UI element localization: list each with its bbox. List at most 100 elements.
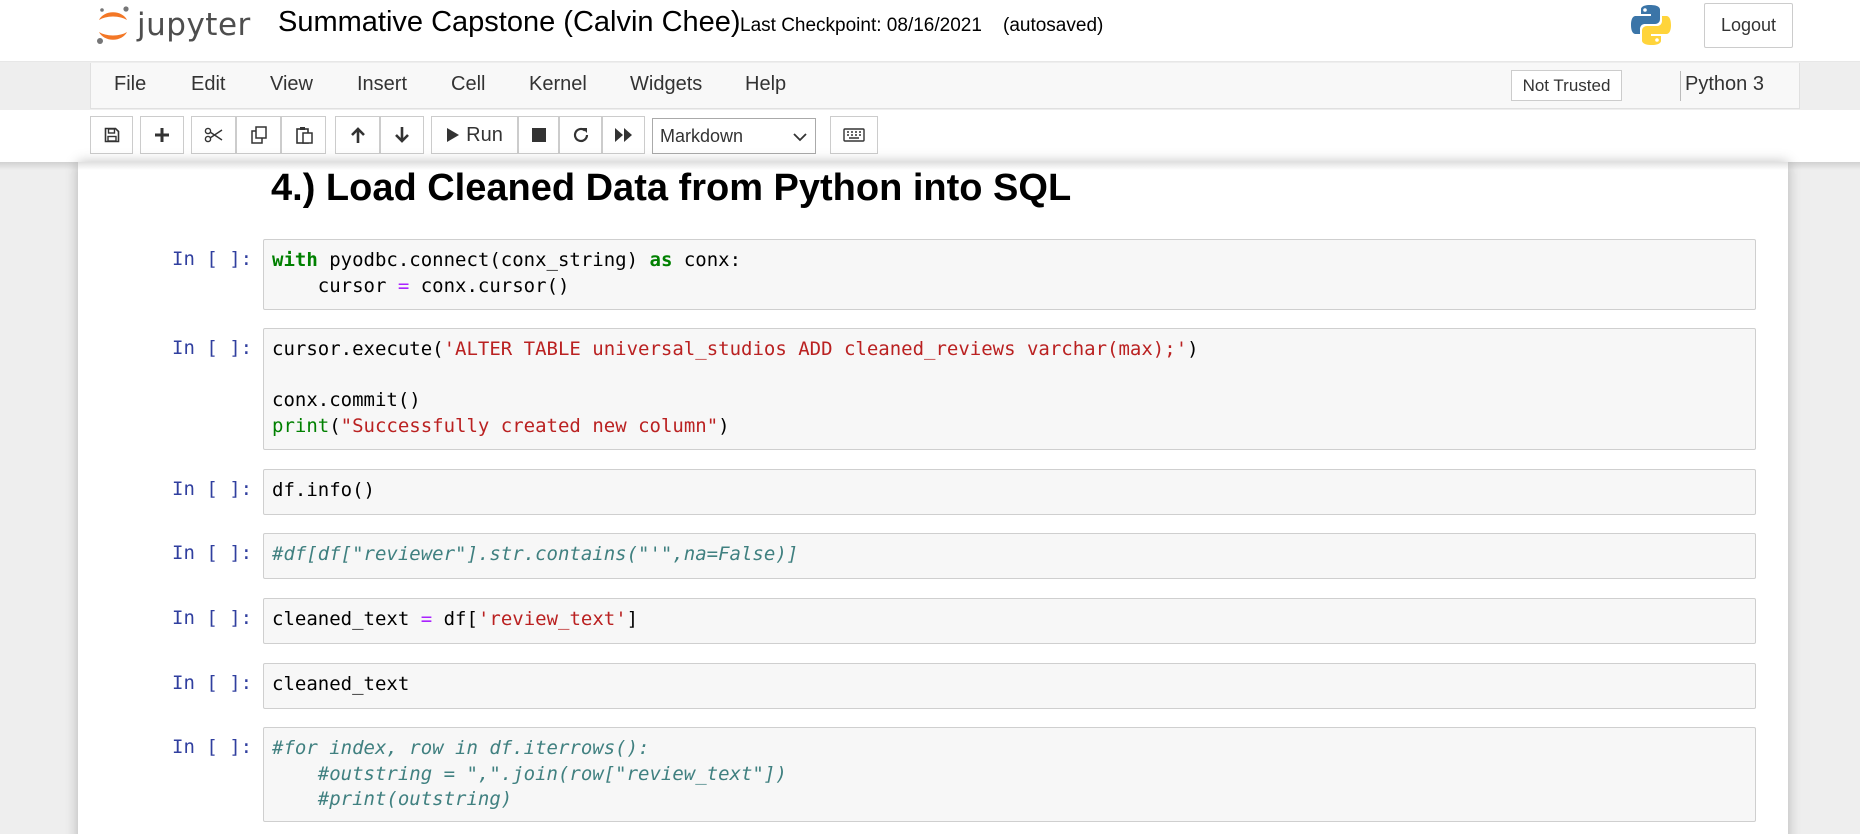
menu-insert[interactable]: Insert [357, 73, 407, 96]
cell-type-value: Markdown [660, 125, 744, 146]
cell-prompt: In [ ]: [172, 248, 253, 270]
code-line: conx.commit() [272, 389, 421, 411]
code-token: conx: [672, 249, 742, 271]
menu-cell[interactable]: Cell [451, 73, 485, 96]
insert-cell-button[interactable] [140, 116, 184, 154]
python-logo-icon [1631, 5, 1671, 46]
arrow-up-icon [350, 127, 365, 143]
keyboard-icon [843, 128, 865, 142]
code-cell-input[interactable]: df.info() [263, 469, 1756, 515]
cell-prompt: In [ ]: [172, 672, 253, 694]
code-token: ) [1187, 338, 1199, 360]
code-token: #df[df["reviewer"].str.contains("'",na=F… [272, 543, 799, 565]
paste-button[interactable] [281, 116, 326, 154]
code-token: = [397, 274, 410, 297]
cell-prompt: In [ ]: [172, 478, 253, 500]
code-token: pyodbc.connect(conx_string) [317, 249, 650, 271]
code-line: cleaned_text [272, 673, 409, 695]
code-line: cursor = conx.cursor() [272, 274, 570, 297]
code-line: #for index, row in df.iterrows(): [272, 737, 650, 759]
code-line: with pyodbc.connect(conx_string) as conx… [272, 249, 741, 271]
copy-button[interactable] [236, 116, 281, 154]
cut-button[interactable] [191, 116, 236, 154]
logout-button[interactable]: Logout [1704, 3, 1793, 48]
code-token: with [272, 249, 318, 271]
code-token: print [272, 414, 330, 437]
code-token: cleaned_text [272, 608, 421, 630]
scissors-icon [204, 127, 222, 143]
kernel-name[interactable]: Python 3 [1685, 73, 1764, 96]
code-token: ( [329, 414, 341, 437]
code-token: ] [626, 608, 639, 630]
copy-icon [250, 126, 267, 144]
cell-type-select[interactable]: Markdown [652, 118, 816, 154]
code-cell-input[interactable]: with pyodbc.connect(conx_string) as conx… [263, 239, 1756, 310]
restart-kernel-button[interactable] [559, 116, 602, 154]
run-button[interactable]: Run [431, 116, 518, 154]
code-token: #for index, row in df.iterrows(): [272, 737, 650, 759]
kernel-separator [1680, 71, 1681, 101]
header: jupyter Summative Capstone (Calvin Chee)… [0, 0, 1860, 62]
menu-file[interactable]: File [114, 73, 146, 96]
code-token: df.info() [272, 479, 375, 501]
save-button[interactable] [90, 116, 133, 154]
refresh-icon [573, 127, 588, 143]
restart-run-all-button[interactable] [602, 116, 645, 154]
code-line: print("Successfully created new column") [272, 415, 730, 437]
code-line: cursor.execute('ALTER TABLE universal_st… [272, 338, 1199, 360]
menu-edit[interactable]: Edit [191, 73, 225, 96]
code-token: 'ALTER TABLE universal_studios ADD clean… [443, 338, 1188, 360]
code-token: "Successfully created new column" [340, 414, 719, 437]
move-cell-up-button[interactable] [335, 116, 380, 154]
stop-icon [531, 128, 546, 142]
code-token: as [649, 249, 673, 271]
cell-prompt: In [ ]: [172, 607, 253, 629]
code-token: df[ [432, 608, 478, 630]
menubar: File Edit View Insert Cell Kernel Widget… [90, 63, 1800, 109]
command-palette-button[interactable] [830, 116, 878, 154]
move-cell-down-button[interactable] [380, 116, 424, 154]
menu-widgets[interactable]: Widgets [630, 73, 702, 96]
code-token: conx.cursor() [409, 274, 570, 297]
fast-forward-icon [614, 128, 632, 142]
checkpoint-status: Last Checkpoint: 08/16/2021 [740, 15, 982, 36]
code-token: cursor.execute( [272, 338, 444, 360]
trust-status-button[interactable]: Not Trusted [1511, 70, 1622, 101]
code-token: conx.commit() [272, 389, 421, 411]
jupyter-logo-text: jupyter [137, 7, 251, 43]
cell-prompt: In [ ]: [172, 736, 253, 758]
code-token: #print(outstring) [272, 788, 513, 810]
menu-kernel[interactable]: Kernel [529, 73, 587, 96]
markdown-heading[interactable]: 4.) Load Cleaned Data from Python into S… [271, 167, 1071, 210]
code-cell-input[interactable]: cleaned_text [263, 663, 1756, 709]
cell-prompt: In [ ]: [172, 337, 253, 359]
toolbar: Run Markdown [0, 110, 1860, 162]
code-line: #df[df["reviewer"].str.contains("'",na=F… [272, 543, 798, 565]
code-line: #outstring = ",".join(row["review_text"]… [272, 763, 787, 785]
code-token: cleaned_text [272, 673, 410, 695]
code-line: df.info() [272, 479, 375, 501]
code-line: cleaned_text = df['review_text'] [272, 608, 638, 630]
code-token: cursor [272, 274, 398, 297]
arrow-down-icon [395, 127, 409, 143]
run-label: Run [466, 123, 503, 146]
autosave-status: (autosaved) [1003, 15, 1104, 36]
chevron-down-icon [793, 133, 807, 142]
code-cell-input[interactable]: #df[df["reviewer"].str.contains("'",na=F… [263, 533, 1756, 579]
code-token: ) [718, 414, 730, 437]
interrupt-kernel-button[interactable] [518, 116, 559, 154]
jupyter-logo[interactable]: jupyter [95, 3, 251, 47]
code-cell-input[interactable]: cursor.execute('ALTER TABLE universal_st… [263, 328, 1756, 450]
code-token: = [420, 608, 433, 630]
cell-prompt: In [ ]: [172, 542, 253, 564]
floppy-disk-icon [104, 127, 119, 143]
paste-icon [295, 127, 313, 144]
menu-help[interactable]: Help [745, 73, 786, 96]
notebook-name[interactable]: Summative Capstone (Calvin Chee) [278, 6, 741, 39]
code-cell-input[interactable]: #for index, row in df.iterrows(): #outst… [263, 727, 1756, 822]
code-token: #outstring = ",".join(row["review_text"]… [272, 762, 787, 785]
code-line: #print(outstring) [272, 788, 512, 810]
menu-view[interactable]: View [270, 73, 313, 96]
code-cell-input[interactable]: cleaned_text = df['review_text'] [263, 598, 1756, 644]
play-icon [447, 128, 460, 142]
